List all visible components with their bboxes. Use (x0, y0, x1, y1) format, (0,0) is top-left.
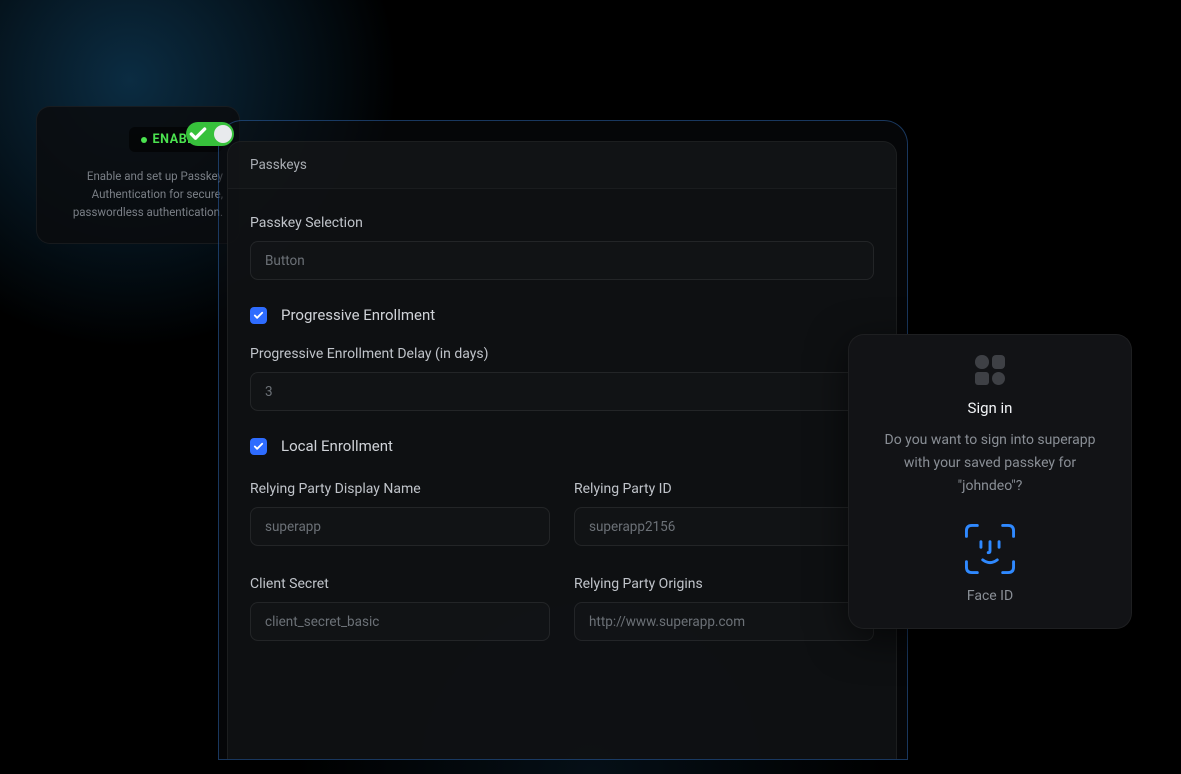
local-enrollment-checkbox[interactable] (250, 438, 267, 455)
progressive-delay-label: Progressive Enrollment Delay (in days) (250, 346, 874, 362)
progressive-delay-input[interactable]: 3 (250, 372, 874, 411)
faceid-icon[interactable] (961, 520, 1019, 578)
passkey-selection-label: Passkey Selection (250, 215, 874, 231)
panel-title: Passkeys (228, 142, 896, 189)
client-secret-input[interactable]: client_secret_basic (250, 602, 550, 641)
signin-title: Sign in (871, 399, 1109, 417)
rp-display-name-value: superapp (265, 519, 321, 535)
local-enrollment-label: Local Enrollment (281, 437, 393, 455)
rp-id-input[interactable]: superapp2156 (574, 507, 874, 546)
status-dot-icon (141, 137, 147, 143)
passkey-selection-value: Button (265, 253, 305, 269)
rp-display-name-input[interactable]: superapp (250, 507, 550, 546)
config-panel: Passkeys Passkey Selection Button Progre… (227, 141, 897, 760)
rp-origins-value: http://www.superapp.com (589, 614, 745, 630)
progressive-delay-value: 3 (265, 384, 273, 400)
enable-toggle[interactable] (186, 122, 234, 146)
passkey-selection-input[interactable]: Button (250, 241, 874, 280)
rp-origins-label: Relying Party Origins (574, 576, 874, 592)
signin-message: Do you want to sign into superapp with y… (871, 429, 1109, 498)
toggle-knob (214, 125, 232, 143)
client-secret-value: client_secret_basic (265, 614, 379, 630)
rp-id-label: Relying Party ID (574, 481, 874, 497)
app-logo-icon (975, 355, 1005, 385)
enable-description: Enable and set up Passkey Authentication… (53, 168, 223, 221)
progressive-enrollment-label: Progressive Enrollment (281, 306, 435, 324)
config-outer-panel: Passkeys Passkey Selection Button Progre… (218, 120, 908, 760)
faceid-label: Face ID (871, 588, 1109, 604)
progressive-enrollment-checkbox[interactable] (250, 307, 267, 324)
signin-prompt: Sign in Do you want to sign into superap… (848, 334, 1132, 629)
client-secret-label: Client Secret (250, 576, 550, 592)
rp-display-name-label: Relying Party Display Name (250, 481, 550, 497)
check-icon (188, 124, 208, 144)
rp-origins-input[interactable]: http://www.superapp.com (574, 602, 874, 641)
rp-id-value: superapp2156 (589, 519, 675, 535)
